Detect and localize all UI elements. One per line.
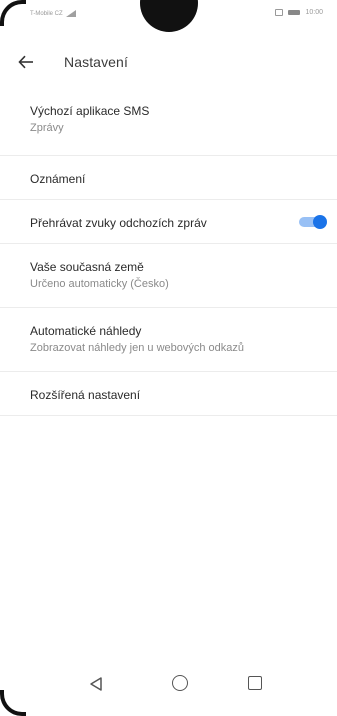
setting-default-sms-app[interactable]: Výchozí aplikace SMS Zprávy <box>0 90 337 156</box>
carrier-info: T-Mobile CZ <box>30 10 76 17</box>
arrow-back-icon <box>18 55 33 69</box>
back-button[interactable] <box>14 50 38 74</box>
battery-icon <box>288 10 301 15</box>
setting-subtitle: Zobrazovat náhledy jen u webových odkazů <box>30 342 245 354</box>
setting-current-country[interactable]: Vaše současná země Určeno automaticky (Č… <box>0 244 337 308</box>
setting-auto-previews[interactable]: Automatické náhledy Zobrazovat náhledy j… <box>0 308 337 372</box>
setting-subtitle: Určeno automaticky (Česko) <box>30 278 169 290</box>
setting-title: Přehrávat zvuky odchozích zpráv <box>30 216 207 230</box>
setting-title: Automatické náhledy <box>30 324 142 338</box>
nfc-icon <box>275 9 284 16</box>
status-bar: T-Mobile CZ 10:00 <box>0 0 337 30</box>
nav-home-icon[interactable] <box>172 675 188 691</box>
toggle-thumb <box>313 215 327 229</box>
navigation-bar <box>0 664 337 716</box>
setting-subtitle: Zprávy <box>30 122 64 134</box>
setting-outgoing-sounds[interactable]: Přehrávat zvuky odchozích zpráv <box>0 200 337 244</box>
status-icons: 10:00 <box>275 9 323 16</box>
setting-title: Vaše současná země <box>30 260 144 274</box>
signal-icon <box>65 10 76 17</box>
setting-title: Výchozí aplikace SMS <box>30 104 150 118</box>
setting-title: Oznámení <box>30 172 86 186</box>
page-title: Nastavení <box>64 54 128 70</box>
setting-notifications[interactable]: Oznámení <box>0 156 337 200</box>
status-time: 10:00 <box>305 9 323 16</box>
settings-list: Výchozí aplikace SMS Zprávy Oznámení Pře… <box>0 90 337 416</box>
setting-title: Rozšířená nastavení <box>30 388 141 402</box>
setting-advanced[interactable]: Rozšířená nastavení <box>0 372 337 416</box>
carrier-name: T-Mobile CZ <box>30 10 63 17</box>
nav-recents-icon[interactable] <box>248 676 262 690</box>
app-bar: Nastavení <box>0 44 337 80</box>
outgoing-sounds-toggle[interactable] <box>299 215 327 229</box>
nav-back-icon[interactable] <box>88 676 104 692</box>
